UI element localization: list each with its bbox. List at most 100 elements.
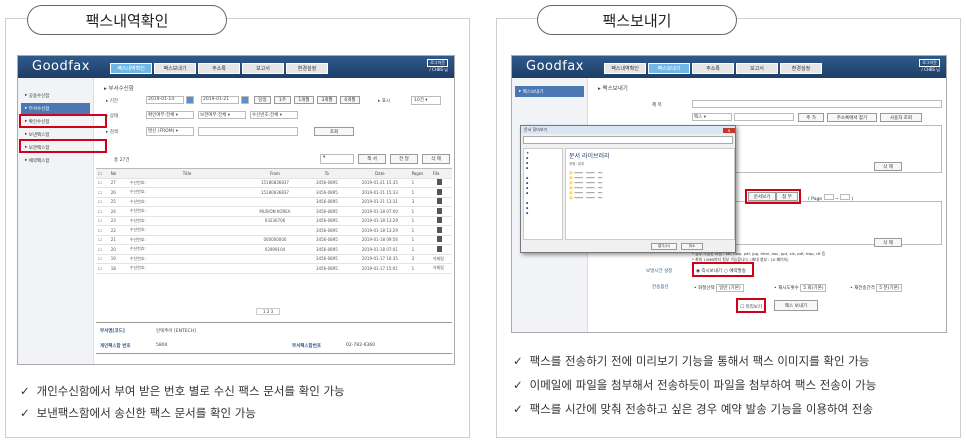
row-checkbox[interactable]: ☐ [96, 235, 109, 245]
dialog-cancel-button[interactable]: 취소 [681, 243, 703, 250]
page-size-select[interactable]: ▾ [320, 154, 354, 164]
row-checkbox[interactable]: ☐ [96, 263, 109, 274]
row-checkbox[interactable]: ☐ [96, 206, 109, 217]
row-file[interactable] [430, 187, 452, 198]
tab-address-book[interactable]: 주소록 [198, 63, 240, 74]
row-file[interactable]: 삭제됨 [430, 254, 452, 264]
row-checkbox[interactable]: ☐ [96, 216, 109, 226]
row-file[interactable] [430, 244, 452, 255]
user-search-button[interactable]: 사용자 조회 [880, 113, 922, 122]
goodfax-logo: Goodfax [32, 59, 90, 74]
table-row[interactable]: ☐ 19 수신번호: 3456-0895 2019-01-17 16:35 3 삭제됨 [96, 254, 452, 264]
date-from-input[interactable]: 2019-01-14 [146, 96, 184, 104]
sidebar-item-reserved-box[interactable]: ▸ 예약팩스함 [21, 155, 90, 166]
calendar-icon[interactable] [241, 96, 249, 104]
left-bullet-2: ✓ 보낸팩스함에서 송신한 팩스 문서를 확인 가능 [20, 406, 256, 420]
fax-history-screenshot: Goodfax 팩스내역확인 팩스보내기 주소록 보고서 환경설정 로그아웃 / … [17, 55, 455, 365]
status-select-archived[interactable]: 보관여부:전체 ▾ [198, 111, 246, 119]
title-input[interactable] [692, 100, 942, 108]
search-input[interactable] [198, 127, 298, 136]
delete-button[interactable]: 삭 제 [422, 154, 450, 164]
close-icon[interactable]: ✕ [723, 127, 735, 133]
tab-fax-history[interactable]: 팩스내역확인 [110, 63, 152, 74]
retry-option[interactable]: • 재시도횟수 5 회(기본) [774, 284, 827, 292]
row-file[interactable] [430, 216, 452, 226]
table-row[interactable]: ☐ 25 수신번호: 3456-0895 2019-01-21 13:31 3 [96, 197, 452, 207]
tab-send-fax[interactable]: 팩스보내기 [154, 63, 196, 74]
tab-settings[interactable]: 환경설정 [286, 63, 328, 74]
pagination[interactable]: 1 2 3 [256, 308, 281, 315]
table-row[interactable]: ☐ 22 수신번호: 3456-0895 2019-01-18 13:29 1 [96, 225, 452, 236]
fax-file-icon[interactable] [436, 207, 442, 214]
quick-6month-button[interactable]: 6개월 [340, 96, 360, 104]
quick-3month-button[interactable]: 3개월 [317, 96, 337, 104]
row-file[interactable] [430, 178, 452, 188]
forward-button[interactable]: 전 달 [390, 154, 418, 164]
fax-file-icon[interactable] [436, 217, 442, 224]
row-file[interactable]: 삭제됨 [430, 263, 452, 274]
row-checkbox[interactable]: ☐ [96, 244, 109, 255]
select-all-checkbox[interactable]: ☐ [96, 168, 109, 179]
table-row[interactable]: ☐ 27 수신번호: 15180836837 3456-0895 2019-01-21 1… [96, 178, 452, 188]
address-book-button[interactable]: 주소록에서 찾기 [827, 113, 877, 122]
table-row[interactable]: ☐ 26 수신번호: 15180836837 3456-0895 2019-01-21 1… [96, 187, 452, 198]
search-button[interactable]: 조회 [314, 127, 354, 136]
fax-file-icon[interactable] [436, 236, 442, 243]
sidebar-item-send-fax[interactable]: ▸ 팩스보내기 [515, 86, 584, 97]
quick-1month-button[interactable]: 1개월 [294, 96, 314, 104]
tab-report[interactable]: 보고서 [736, 63, 778, 74]
row-cell: 03236706 [244, 216, 304, 226]
row-checkbox[interactable]: ☐ [96, 187, 109, 198]
row-checkbox[interactable]: ☐ [96, 178, 109, 188]
date-to-input[interactable]: 2019-01-21 [201, 96, 239, 104]
row-file[interactable] [430, 206, 452, 217]
interval-option[interactable]: • 재전송간격 5 분(기본) [850, 284, 903, 292]
calendar-icon[interactable] [186, 96, 194, 104]
fax-file-icon[interactable] [436, 188, 442, 195]
tab-address-book[interactable]: 주소록 [692, 63, 734, 74]
dialog-open-button[interactable]: 열기(O) [651, 243, 677, 250]
dialog-file-pane[interactable]: 문서 라이브러리 포함: 위치 📁 ━━━━ ━━━━ ━━ 📁 ━━━━ ━━━… [565, 148, 735, 240]
table-row[interactable]: ☐ 24 수신번호: MUSION KOREA 3456-0895 2019-01-18 … [96, 206, 452, 217]
col-from: From [244, 168, 304, 179]
fax-file-icon[interactable] [436, 179, 442, 186]
status-select-number[interactable]: 수신번호:전체 ▾ [250, 111, 298, 119]
dialog-address-bar[interactable] [523, 136, 733, 144]
row-checkbox[interactable]: ☐ [96, 254, 109, 264]
bookmark-button[interactable]: 책 서 [358, 154, 386, 164]
display-count-select[interactable]: 10건 ▾ [411, 96, 441, 105]
sidebar-item-dept-inbox[interactable]: ▸ 부서수신함 [21, 103, 90, 114]
delete-recipient-button[interactable]: 삭 제 [874, 162, 902, 171]
recipient-type-select[interactable]: 팩스 ▾ [692, 113, 732, 121]
send-fax-button[interactable]: 팩스 보내기 [774, 300, 818, 311]
fax-file-icon[interactable] [436, 226, 442, 233]
quick-today-button[interactable]: 당일 [254, 96, 271, 104]
tab-fax-history[interactable]: 팩스내역확인 [604, 63, 646, 74]
status-select-confirmed[interactable]: 확인여부:전체 ▾ [146, 111, 194, 119]
logout-link[interactable]: 로그아웃 [919, 59, 940, 67]
sidebar-item-shared-inbox[interactable]: ▸ 공용수신함 [21, 90, 90, 101]
fax-file-icon[interactable] [436, 245, 442, 252]
footer-info: 부서명[코드] 인텍추어 [ENTECH] 개인팩스함 번호 5804 부서팩스… [96, 322, 452, 354]
row-checkbox[interactable]: ☐ [96, 225, 109, 236]
row-file[interactable] [430, 225, 452, 236]
logout-link[interactable]: 로그아웃 [427, 59, 448, 67]
table-row[interactable]: ☐ 23 수신번호: 03236706 3456-0895 2019-01-18 13:2… [96, 216, 452, 226]
row-file[interactable] [430, 197, 452, 207]
search-field-select[interactable]: 발신 (FROM) ▾ [146, 127, 194, 136]
quick-1week-button[interactable]: 1주 [274, 96, 291, 104]
delete-attachment-button[interactable]: 삭 제 [874, 238, 902, 247]
row-checkbox[interactable]: ☐ [96, 197, 109, 207]
quality-option[interactable]: • 화질선택 일반 (기본) [694, 284, 744, 292]
recipient-input[interactable] [734, 113, 794, 121]
add-recipient-button[interactable]: 추 가 [798, 113, 824, 122]
tab-report[interactable]: 보고서 [242, 63, 284, 74]
table-row[interactable]: ☐ 21 수신번호: 000000000 3456-0895 2019-01-18 09:… [96, 235, 452, 245]
tab-send-fax[interactable]: 팩스보내기 [648, 63, 690, 74]
table-row[interactable]: ☐ 18 수신번호: 3456-0895 2019-01-17 15:01 1 삭제됨 [96, 263, 452, 274]
tab-settings[interactable]: 환경설정 [780, 63, 822, 74]
dialog-nav-pane[interactable]: ★ ▪ ▪ ▪ ▪ ▪ ▪ ▪ ▪ ▪ ▪ [523, 148, 563, 240]
fax-file-icon[interactable] [436, 198, 442, 205]
row-file[interactable] [430, 235, 452, 245]
table-row[interactable]: ☐ 20 수신번호: 02999104 3456-0895 2019-01-18 07:0… [96, 244, 452, 255]
